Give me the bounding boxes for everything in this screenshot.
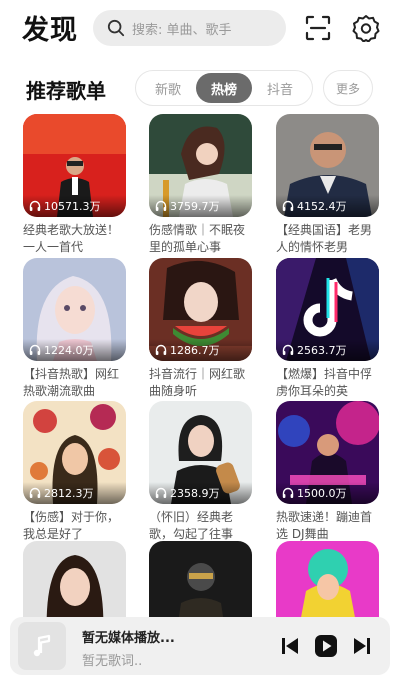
play-count-bar: 2812.3万 [23, 482, 126, 504]
play-count: 2812.3万 [44, 487, 94, 500]
playlist-cover[interactable]: 3759.7万 [149, 114, 252, 217]
gear-icon[interactable] [350, 12, 382, 44]
play-count: 1500.0万 [297, 487, 347, 500]
playlist-cover[interactable]: 10571.3万 [23, 114, 126, 217]
previous-track-icon[interactable] [278, 634, 302, 658]
mini-player[interactable]: 暂无媒体播放... 暂无歌词.. [10, 617, 390, 675]
playlist-cover[interactable]: 1500.0万 [276, 401, 379, 504]
headphones-icon [155, 344, 167, 355]
play-count-bar: 2358.9万 [149, 482, 252, 504]
play-pause-icon[interactable] [314, 634, 338, 658]
headphones-icon [282, 487, 294, 498]
playlist-cover[interactable]: 1286.7万 [149, 258, 252, 361]
headphones-icon [155, 200, 167, 211]
headphones-icon [282, 200, 294, 211]
playlist-cover[interactable]: 2563.7万 [276, 258, 379, 361]
scan-icon[interactable] [302, 12, 334, 44]
playlist-cover[interactable]: 4152.4万 [276, 114, 379, 217]
play-count: 4152.4万 [297, 200, 347, 213]
tab-hot-chart[interactable]: 热榜 [196, 73, 252, 103]
headphones-icon [29, 200, 41, 211]
playlist-card[interactable]: 2358.9万 （怀旧）经典老歌，勾起了往事 [149, 401, 252, 543]
play-count: 3759.7万 [170, 200, 220, 213]
player-title: 暂无媒体播放... [82, 631, 175, 646]
tab-group: 新歌 热榜 抖音 [135, 70, 313, 106]
play-count: 10571.3万 [44, 200, 101, 213]
tab-douyin[interactable]: 抖音 [252, 73, 308, 103]
playlist-card[interactable]: 4152.4万 【经典国语】老男人的情怀老男 [276, 114, 379, 256]
player-artwork [18, 622, 66, 670]
playlist-card[interactable]: 3759.7万 伤感情歌｜不眠夜里的孤单心事 [149, 114, 252, 256]
play-count-bar: 3759.7万 [149, 195, 252, 217]
search-bar[interactable]: 搜索: 单曲、歌手 [93, 10, 286, 46]
playlist-caption[interactable]: 热歌速递！蹦迪首选 DJ舞曲 [276, 509, 379, 543]
playlist-card[interactable]: 1224.0万 【抖音热歌】网红热歌潮流歌曲 [23, 258, 126, 400]
play-count-bar: 4152.4万 [276, 195, 379, 217]
playlist-card[interactable]: 1500.0万 热歌速递！蹦迪首选 DJ舞曲 [276, 401, 379, 543]
headphones-icon [29, 344, 41, 355]
playlist-cover[interactable]: 2358.9万 [149, 401, 252, 504]
playlist-caption[interactable]: 【伤感】对于你，我总是好了 [23, 509, 126, 543]
music-note-icon [33, 634, 51, 657]
playlist-card[interactable]: 2563.7万 【燃爆】抖音中俘虏你耳朵的英 [276, 258, 379, 400]
section-title: 推荐歌单 [26, 79, 106, 103]
player-lyric: 暂无歌词.. [82, 654, 143, 669]
play-count: 2358.9万 [170, 487, 220, 500]
play-count-bar: 10571.3万 [23, 195, 126, 217]
playlist-caption[interactable]: 伤感情歌｜不眠夜里的孤单心事 [149, 222, 252, 256]
play-count-bar: 1224.0万 [23, 339, 126, 361]
playlist-caption[interactable]: 【经典国语】老男人的情怀老男 [276, 222, 379, 256]
playlist-card[interactable]: 10571.3万 经典老歌大放送！一人一首代 [23, 114, 126, 256]
play-count-bar: 1500.0万 [276, 482, 379, 504]
play-count: 2563.7万 [297, 344, 347, 357]
playlist-card[interactable]: 2812.3万 【伤感】对于你，我总是好了 [23, 401, 126, 543]
playlist-cover[interactable]: 1224.0万 [23, 258, 126, 361]
headphones-icon [29, 487, 41, 498]
play-count-bar: 1286.7万 [149, 339, 252, 361]
tab-new-songs[interactable]: 新歌 [140, 73, 196, 103]
playlist-caption[interactable]: 抖音流行｜网红歌曲随身听 [149, 366, 252, 400]
playlist-caption[interactable]: （怀旧）经典老歌，勾起了往事 [149, 509, 252, 543]
search-placeholder: 搜索: 单曲、歌手 [132, 22, 232, 38]
more-button[interactable]: 更多 [323, 70, 373, 106]
headphones-icon [155, 487, 167, 498]
playlist-caption[interactable]: 经典老歌大放送！一人一首代 [23, 222, 126, 256]
headphones-icon [282, 344, 294, 355]
top-bar: 发现 搜索: 单曲、歌手 [0, 0, 400, 56]
next-track-icon[interactable] [350, 634, 374, 658]
playlist-caption[interactable]: 【抖音热歌】网红热歌潮流歌曲 [23, 366, 126, 400]
page-title: 发现 [22, 15, 78, 46]
play-count: 1286.7万 [170, 344, 220, 357]
recommend-section-header: 推荐歌单 新歌 热榜 抖音 更多 [0, 66, 400, 110]
search-icon [107, 19, 125, 37]
play-count-bar: 2563.7万 [276, 339, 379, 361]
play-count: 1224.0万 [44, 344, 94, 357]
playlist-cover[interactable]: 2812.3万 [23, 401, 126, 504]
playlist-caption[interactable]: 【燃爆】抖音中俘虏你耳朵的英 [276, 366, 379, 400]
playlist-card[interactable]: 1286.7万 抖音流行｜网红歌曲随身听 [149, 258, 252, 400]
